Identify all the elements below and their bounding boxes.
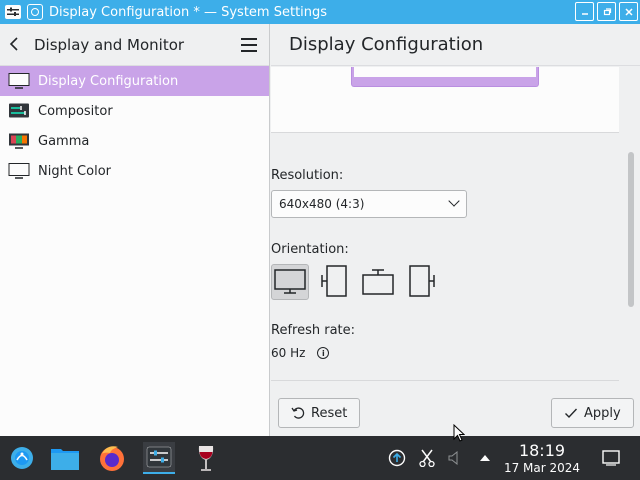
landscape-flipped-monitor-icon — [362, 269, 394, 295]
portrait-left-monitor-icon — [321, 265, 347, 297]
orientation-label: Orientation: — [271, 242, 349, 257]
checkmark-icon — [565, 408, 578, 419]
minimize-icon — [581, 12, 588, 15]
sidebar-item-label: Night Color — [38, 163, 111, 179]
orientation-flipped-button[interactable] — [359, 264, 397, 300]
night-color-icon — [8, 163, 30, 179]
main-panel: Display Configuration Resolution: 640x48… — [271, 24, 640, 436]
resolution-value: 640x480 (4:3) — [279, 197, 365, 211]
hamburger-menu-icon[interactable] — [241, 38, 257, 52]
sidebar-item-label: Compositor — [38, 103, 113, 119]
pin-icon[interactable] — [27, 4, 43, 20]
orientation-portrait-right-button[interactable] — [403, 264, 441, 300]
system-settings-icon[interactable] — [143, 442, 175, 474]
clock-date[interactable]: 17 Mar 2024 — [498, 461, 586, 475]
sidebar-item-compositor[interactable]: Compositor — [0, 96, 269, 126]
back-arrow-icon — [9, 36, 18, 51]
resolution-dropdown[interactable]: 640x480 (4:3) — [271, 190, 467, 218]
resolution-label: Resolution: — [271, 168, 344, 183]
apply-button-label: Apply — [584, 405, 621, 421]
orientation-portrait-left-button[interactable] — [315, 264, 353, 300]
reset-button-label: Reset — [311, 405, 348, 421]
sidebar-item-night-color[interactable]: Night Color — [0, 156, 269, 186]
sidebar-item-label: Display Configuration — [38, 73, 179, 89]
chevron-down-icon — [448, 195, 460, 207]
mouse-cursor-icon — [453, 424, 465, 442]
orientation-landscape-button[interactable] — [271, 264, 309, 300]
sidebar-item-display-configuration[interactable]: Display Configuration — [0, 66, 269, 96]
system-settings-app-icon — [3, 2, 23, 22]
sidebar-title: Display and Monitor — [34, 35, 185, 54]
sidebar: Display and Monitor Display Configuratio… — [0, 24, 270, 436]
refresh-rate-label: Refresh rate: — [271, 323, 356, 338]
info-icon[interactable]: i — [317, 347, 330, 359]
maximize-icon — [603, 7, 611, 15]
footer-divider — [271, 380, 619, 381]
sidebar-item-gamma[interactable]: Gamma — [0, 126, 269, 156]
sidebar-item-label: Gamma — [38, 133, 90, 149]
screen-layout-preview[interactable] — [271, 67, 619, 133]
clock-time[interactable]: 18:19 — [504, 441, 580, 460]
landscape-monitor-icon — [274, 269, 306, 294]
refresh-rate-value: 60 Hz — [271, 346, 306, 360]
close-icon — [624, 7, 633, 16]
wine-icon[interactable] — [190, 442, 222, 474]
reset-button[interactable]: Reset — [278, 398, 361, 428]
compositor-icon — [8, 103, 30, 119]
window-title: Display Configuration * — System Setting… — [49, 4, 328, 20]
sidebar-nav: Display Configuration Compositor Gamma N… — [0, 66, 269, 186]
gamma-icon — [8, 133, 30, 149]
apply-button[interactable]: Apply — [551, 398, 634, 428]
window-titlebar[interactable]: Display Configuration * — System Setting… — [0, 0, 640, 24]
firefox-icon[interactable] — [96, 442, 128, 474]
portrait-right-monitor-icon — [409, 265, 435, 297]
page-title: Display Configuration — [271, 24, 640, 66]
volume-icon[interactable] — [445, 449, 463, 467]
minimize-button[interactable] — [575, 2, 594, 21]
reset-icon — [291, 407, 305, 419]
vertical-scrollbar[interactable] — [628, 152, 634, 307]
taskbar: 18:19 17 Mar 2024 — [0, 436, 640, 480]
close-button[interactable] — [619, 2, 638, 21]
file-manager-icon[interactable] — [49, 442, 81, 474]
update-icon[interactable] — [388, 449, 406, 467]
refresh-rate-row: 60 Hz i — [271, 346, 330, 360]
show-desktop-icon[interactable] — [602, 449, 620, 467]
scissors-icon[interactable] — [418, 449, 436, 467]
back-button[interactable] — [8, 35, 30, 55]
app-launcher-icon[interactable] — [6, 442, 38, 474]
monitor-icon — [8, 73, 30, 89]
tray-expand-icon[interactable] — [476, 449, 494, 467]
sidebar-header: Display and Monitor — [0, 24, 269, 66]
maximize-button[interactable] — [597, 2, 616, 21]
output-preview[interactable] — [351, 67, 539, 87]
orientation-buttons — [271, 264, 441, 300]
